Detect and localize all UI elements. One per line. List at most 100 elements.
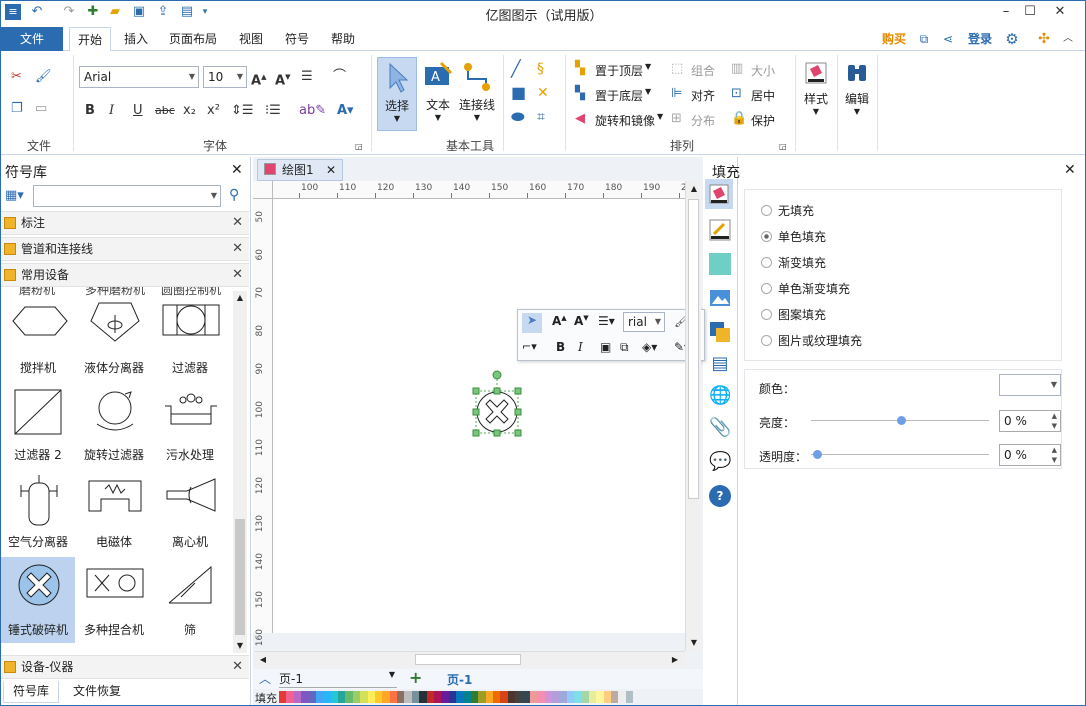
line-spacing-icon[interactable]: ⌒ (333, 69, 346, 85)
rotate-mirror-button[interactable]: 旋转和镜像 (595, 112, 655, 129)
file-menu[interactable]: 文件 (1, 27, 63, 51)
color-swatch[interactable] (581, 691, 589, 703)
fill-option-pattern[interactable]: 图案填充 (761, 306, 826, 323)
brightness-slider-knob[interactable] (897, 416, 906, 425)
center-button[interactable]: 居中 (751, 87, 775, 104)
collapse-ribbon-icon[interactable]: ︿ (1059, 27, 1077, 51)
mini-connector-icon[interactable]: ⌐▾ (522, 340, 537, 353)
color-swatch[interactable] (610, 691, 619, 703)
italic-icon[interactable]: I (109, 103, 114, 119)
cross-icon[interactable]: ✕ (537, 85, 549, 101)
color-swatch[interactable] (544, 691, 552, 703)
color-swatch[interactable] (470, 691, 479, 703)
canvas-hammer-crusher[interactable] (463, 369, 523, 459)
close-category-icon[interactable]: ✕ (232, 238, 243, 260)
size-button[interactable]: 大小 (751, 62, 775, 79)
highlight-icon[interactable]: ab✎ (299, 103, 326, 119)
font-dialog-icon[interactable]: ◲ (355, 139, 363, 155)
close-category-icon[interactable]: ✕ (232, 212, 243, 234)
color-swatch[interactable] (448, 691, 456, 703)
color-swatch[interactable] (315, 691, 324, 703)
color-swatch[interactable] (367, 691, 375, 703)
category-callout[interactable]: 标注 ✕ (1, 211, 249, 235)
color-swatch[interactable] (478, 691, 486, 703)
font-color-icon[interactable]: A▾ (337, 103, 354, 119)
color-swatch[interactable] (286, 691, 294, 703)
color-swatch[interactable] (345, 691, 353, 703)
strikethrough-icon[interactable]: abc (155, 103, 175, 119)
fill-option-gradient[interactable]: 渐变填充 (761, 254, 826, 271)
color-swatch[interactable] (279, 691, 287, 703)
fill-option-solid[interactable]: 单色填充 (761, 228, 826, 245)
color-swatch[interactable] (338, 691, 346, 703)
library-search-input[interactable]: ▼ (33, 185, 221, 207)
font-name-select[interactable]: Arial ▼ (79, 66, 199, 88)
color-swatch[interactable] (574, 691, 582, 703)
send-back-button[interactable]: 置于底层 (595, 87, 643, 104)
color-swatch[interactable] (537, 691, 545, 703)
color-swatch[interactable] (426, 691, 434, 703)
send-back-icon[interactable]: ▚ (575, 86, 585, 102)
fill-option-mono-gradient[interactable]: 单色渐变填充 (761, 280, 850, 297)
color-swatch[interactable] (522, 691, 530, 703)
grow-font-icon[interactable]: A▲ (251, 69, 266, 89)
fill-option-none[interactable]: 无填充 (761, 202, 814, 219)
color-swatch[interactable] (456, 691, 464, 703)
rotate-icon[interactable]: ◀ (575, 111, 585, 127)
color-swatch[interactable] (485, 691, 493, 703)
text-tool-button[interactable]: A 文本 ▼ (421, 57, 455, 122)
color-swatch[interactable] (397, 691, 405, 703)
library-scrollbar[interactable]: ▲ ▼ (233, 291, 247, 653)
shape-rotary-filter[interactable]: 旋转过滤器 (77, 382, 151, 468)
color-swatch[interactable] (374, 691, 383, 703)
search-icon[interactable]: ⚲ (229, 187, 239, 203)
color-swatch[interactable] (308, 691, 316, 703)
align-text-icon[interactable]: ☰ (301, 69, 313, 85)
shape-hammer-crusher[interactable]: 锤式破碎机 (1, 557, 75, 643)
shape-filter[interactable]: 过滤器 (153, 295, 227, 381)
hyperlink-panel-icon[interactable]: 🌐 (709, 385, 731, 407)
maximize-icon[interactable]: ☐ (1015, 1, 1045, 23)
vscroll-thumb[interactable] (688, 199, 699, 499)
bring-front-button[interactable]: 置于顶层 (595, 62, 643, 79)
shape-electromagnet[interactable]: 电磁体 (77, 469, 151, 555)
mini-front-icon[interactable]: ▣ (600, 340, 611, 354)
arrange-dialog-icon[interactable]: ◲ (779, 139, 787, 155)
tab-file-recovery[interactable]: 文件恢复 (63, 681, 131, 703)
color-swatch[interactable] (618, 691, 626, 703)
category-pipes[interactable]: 管道和连接线 ✕ (1, 237, 249, 261)
color-swatch[interactable] (507, 691, 515, 703)
close-doc-icon[interactable]: ✕ (326, 160, 336, 180)
page-select[interactable]: 页-1 ▼ (279, 670, 397, 688)
tab-symbol[interactable]: 符号 (279, 27, 315, 51)
color-swatch[interactable] (603, 691, 611, 703)
bullets-icon[interactable]: ⁝☰ (265, 103, 281, 119)
page-panel-icon[interactable]: ▤ (709, 353, 731, 375)
color-swatch[interactable] (551, 691, 560, 703)
paste-icon[interactable]: ▭ (35, 101, 47, 117)
tab-page-layout[interactable]: 页面布局 (165, 27, 221, 51)
color-swatch[interactable] (293, 691, 302, 703)
drawing-page[interactable]: ➤ A▲ A▼ ☰▾ rial▼ 🖌 ✕ ⌐▾ B I ▣ ⧉ ◈▾ ✎▾ (273, 199, 705, 633)
color-swatch[interactable] (323, 691, 331, 703)
settings-icon[interactable]: ⚙ (1001, 27, 1023, 51)
color-swatch[interactable] (625, 691, 633, 703)
doc-tab[interactable]: 绘图1 ✕ (257, 159, 343, 181)
color-swatch[interactable] (360, 691, 368, 703)
font-size-select[interactable]: 10 ▼ (203, 66, 247, 88)
close-category-icon[interactable]: ✕ (232, 656, 243, 678)
share-icon[interactable]: ⋖ (939, 27, 957, 51)
brightness-input[interactable]: 0 % ▲ ▼ (999, 410, 1061, 432)
bring-front-arrow[interactable]: ▼ (645, 62, 651, 71)
cut-icon[interactable]: ✂ (11, 69, 22, 85)
transparency-input[interactable]: 0 % ▲ ▼ (999, 444, 1061, 466)
scroll-down-icon[interactable]: ▼ (233, 639, 247, 653)
align-button[interactable]: 对齐 (691, 87, 715, 104)
close-fill-panel-icon[interactable]: ✕ (1064, 162, 1076, 178)
category-devices[interactable]: 设备-仪器 ✕ (1, 655, 249, 679)
color-swatch[interactable] (330, 691, 338, 703)
mini-shrink-font-icon[interactable]: A▼ (574, 314, 589, 328)
color-swatch[interactable] (404, 691, 412, 703)
distribute-icon[interactable]: ⊞ (671, 111, 682, 127)
hscroll-left-icon[interactable]: ◀ (255, 652, 271, 668)
